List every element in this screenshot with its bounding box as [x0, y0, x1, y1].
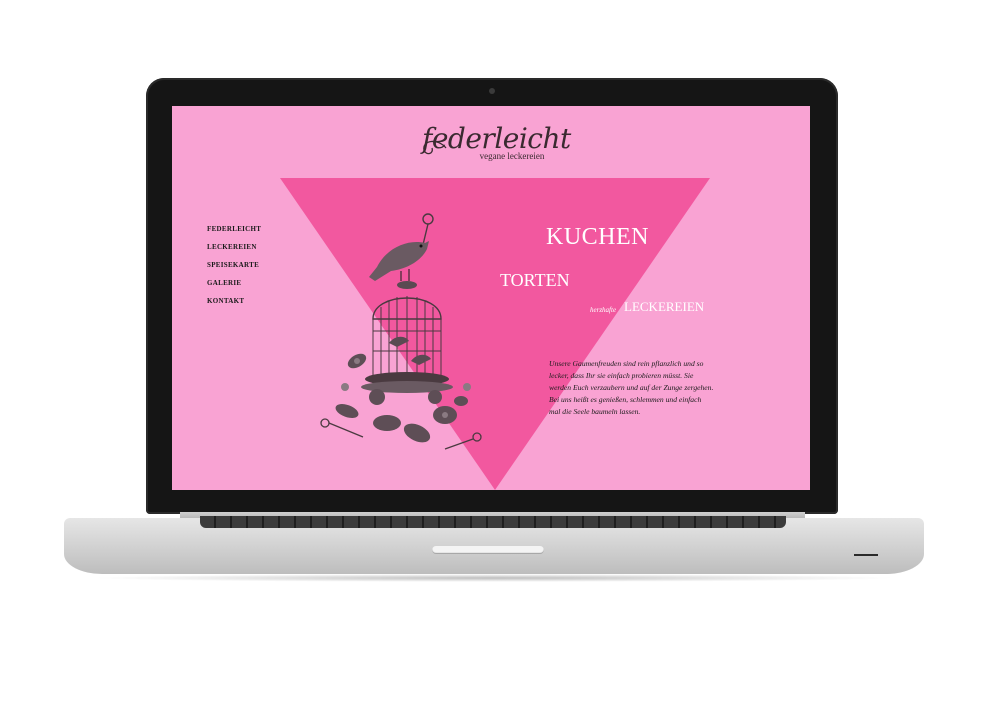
site-logo[interactable]: federleicht vegane leckereien — [422, 122, 571, 161]
birdcage-illustration-icon — [320, 213, 482, 450]
hero-tagline: LECKEREIEN — [624, 299, 705, 314]
laptop-screen: federleicht vegane leckereien FEDERLEICH… — [172, 106, 810, 490]
laptop-shadow — [90, 574, 898, 582]
nav-item-leckereien[interactable]: LECKEREIEN — [207, 243, 261, 251]
camera-icon — [489, 88, 495, 94]
hero-subtitle: TORTEN — [500, 270, 570, 290]
nav-item-galerie[interactable]: GALERIE — [207, 279, 261, 287]
laptop-lid: federleicht vegane leckereien FEDERLEICH… — [146, 78, 838, 514]
hero-small-prefix: herzhafte — [590, 306, 617, 314]
hero-description: Unsere Gaumenfreuden sind rein pflanzlic… — [549, 358, 714, 416]
nav-item-speisekarte[interactable]: SPEISEKARTE — [207, 261, 261, 269]
hero-title: KUCHEN — [546, 224, 649, 250]
nav-item-kontakt[interactable]: KONTAKT — [207, 297, 261, 305]
main-navigation: FEDERLEICHT LECKEREIEN SPEISEKARTE GALER… — [207, 225, 261, 315]
status-light-icon — [854, 554, 878, 556]
keyboard-edge — [200, 516, 786, 528]
laptop-base — [64, 516, 924, 574]
nav-item-federleicht[interactable]: FEDERLEICHT — [207, 225, 261, 233]
trackpad-notch — [432, 546, 544, 554]
logo-swirl-icon — [423, 140, 447, 155]
